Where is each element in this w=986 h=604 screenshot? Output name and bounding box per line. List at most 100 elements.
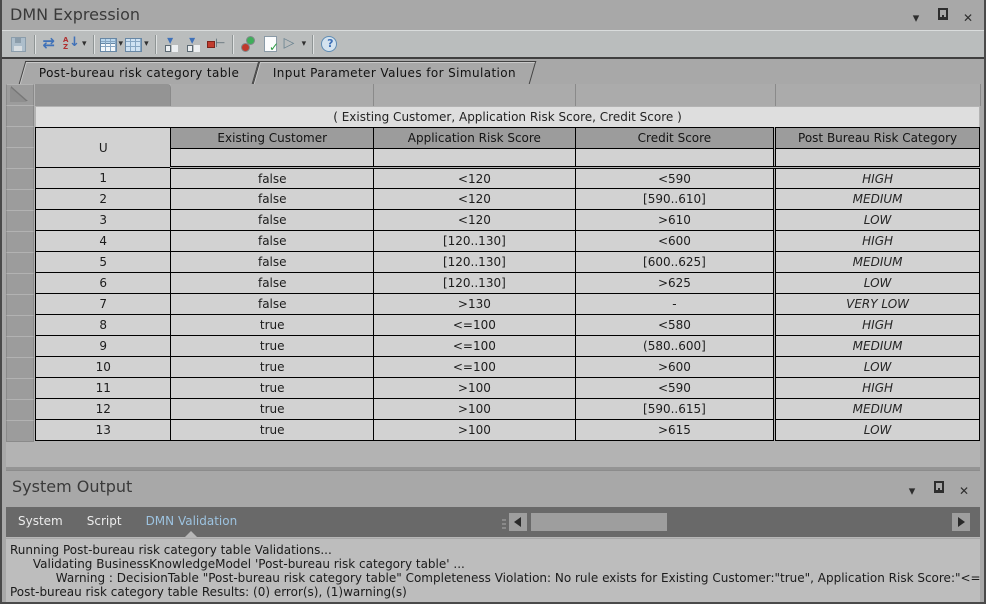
credit-score-cell[interactable]: >600 bbox=[575, 357, 774, 378]
output-tab-script[interactable]: Script bbox=[75, 507, 134, 537]
credit-score-cell[interactable]: - bbox=[575, 294, 774, 315]
rule-number[interactable]: 12 bbox=[36, 399, 171, 420]
output-tab-dmn-validation[interactable]: DMN Validation bbox=[134, 507, 250, 537]
credit-score-cell[interactable]: >625 bbox=[575, 273, 774, 294]
close-icon[interactable] bbox=[960, 7, 976, 21]
select-all-corner[interactable] bbox=[6, 84, 34, 106]
column-header[interactable]: Credit Score bbox=[575, 128, 774, 149]
credit-score-cell[interactable]: >610 bbox=[575, 210, 774, 231]
existing-customer-cell[interactable]: false bbox=[171, 231, 374, 252]
rule-number[interactable]: 11 bbox=[36, 378, 171, 399]
credit-score-cell[interactable]: <580 bbox=[575, 315, 774, 336]
credit-score-cell[interactable]: [590..610] bbox=[575, 189, 774, 210]
parameters-cell[interactable]: ( Existing Customer, Application Risk Sc… bbox=[36, 107, 980, 128]
row-header[interactable] bbox=[6, 399, 34, 421]
row-header[interactable] bbox=[6, 231, 34, 253]
caret-down-icon[interactable]: ▾ bbox=[82, 39, 87, 49]
decompose-up-button[interactable] bbox=[183, 33, 205, 55]
column-strip-segment[interactable] bbox=[171, 84, 374, 106]
risk-category-cell[interactable]: LOW bbox=[775, 357, 980, 378]
rule-number[interactable]: 2 bbox=[36, 189, 171, 210]
caret-down-icon[interactable]: ▾ bbox=[144, 39, 149, 49]
existing-customer-cell[interactable]: false bbox=[171, 252, 374, 273]
rule-number[interactable]: 8 bbox=[36, 315, 171, 336]
rule-number[interactable]: 10 bbox=[36, 357, 171, 378]
application-risk-score-cell[interactable]: >100 bbox=[374, 378, 576, 399]
existing-customer-cell[interactable]: true bbox=[171, 420, 374, 441]
caret-down-icon[interactable]: ▾ bbox=[119, 39, 124, 49]
play-button[interactable]: ▾ bbox=[282, 33, 308, 55]
row-header[interactable] bbox=[6, 105, 34, 127]
application-risk-score-cell[interactable]: [120..130] bbox=[374, 273, 576, 294]
risk-category-cell[interactable]: LOW bbox=[775, 210, 980, 231]
column-header[interactable]: Post Bureau Risk Category bbox=[775, 128, 980, 149]
credit-score-cell[interactable]: <600 bbox=[575, 231, 774, 252]
close-icon[interactable] bbox=[956, 480, 972, 494]
application-risk-score-cell[interactable]: >130 bbox=[374, 294, 576, 315]
row-header[interactable] bbox=[6, 126, 34, 148]
column-strip-segment[interactable] bbox=[776, 84, 981, 106]
risk-category-cell[interactable]: HIGH bbox=[775, 378, 980, 399]
column-strip-segment[interactable] bbox=[35, 84, 171, 106]
sort-button[interactable]: ▾ bbox=[62, 33, 88, 55]
scroll-left-icon[interactable] bbox=[509, 513, 527, 531]
application-risk-score-cell[interactable]: <120 bbox=[374, 210, 576, 231]
scrollbar-thumb[interactable] bbox=[531, 513, 667, 531]
existing-customer-cell[interactable]: true bbox=[171, 357, 374, 378]
validate-button[interactable] bbox=[260, 33, 282, 55]
risk-category-cell[interactable]: LOW bbox=[775, 420, 980, 441]
risk-category-cell[interactable]: MEDIUM bbox=[775, 336, 980, 357]
application-risk-score-cell[interactable]: <120 bbox=[374, 168, 576, 189]
risk-category-cell[interactable]: HIGH bbox=[775, 315, 980, 336]
allowed-values-cell[interactable] bbox=[575, 149, 774, 168]
pin-icon[interactable] bbox=[934, 7, 950, 21]
row-header[interactable] bbox=[6, 273, 34, 295]
rule-number[interactable]: 13 bbox=[36, 420, 171, 441]
column-strip-segment[interactable] bbox=[576, 84, 776, 106]
elem-button[interactable] bbox=[205, 33, 227, 55]
application-risk-score-cell[interactable]: <=100 bbox=[374, 357, 576, 378]
existing-customer-cell[interactable]: false bbox=[171, 273, 374, 294]
dropdown-menu-icon[interactable] bbox=[908, 7, 924, 21]
existing-customer-cell[interactable]: true bbox=[171, 399, 374, 420]
row-header[interactable] bbox=[6, 252, 34, 274]
existing-customer-cell[interactable]: false bbox=[171, 294, 374, 315]
tab-post-bureau-risk-category-table[interactable]: Post-bureau risk category table bbox=[19, 61, 260, 84]
risk-category-cell[interactable]: MEDIUM bbox=[775, 189, 980, 210]
application-risk-score-cell[interactable]: >100 bbox=[374, 399, 576, 420]
existing-customer-cell[interactable]: true bbox=[171, 378, 374, 399]
scroll-right-icon[interactable] bbox=[952, 513, 970, 531]
column-header[interactable]: Application Risk Score bbox=[374, 128, 576, 149]
rule-number[interactable]: 3 bbox=[36, 210, 171, 231]
risk-category-cell[interactable]: MEDIUM bbox=[775, 399, 980, 420]
existing-customer-cell[interactable]: false bbox=[171, 189, 374, 210]
row-header[interactable] bbox=[6, 147, 34, 169]
credit-score-cell[interactable]: [590..615] bbox=[575, 399, 774, 420]
credit-score-cell[interactable]: >615 bbox=[575, 420, 774, 441]
scrollbar-grip[interactable] bbox=[502, 517, 506, 529]
row-header[interactable] bbox=[6, 315, 34, 337]
credit-score-cell[interactable]: <590 bbox=[575, 168, 774, 189]
existing-customer-cell[interactable]: false bbox=[171, 168, 374, 189]
row-header[interactable] bbox=[6, 210, 34, 232]
credit-score-cell[interactable]: (580..600] bbox=[575, 336, 774, 357]
output-tab-system[interactable]: System bbox=[6, 507, 75, 537]
caret-down-icon[interactable]: ▾ bbox=[302, 39, 307, 49]
application-risk-score-cell[interactable]: <=100 bbox=[374, 336, 576, 357]
application-risk-score-cell[interactable]: <=100 bbox=[374, 315, 576, 336]
save-button[interactable] bbox=[7, 33, 29, 55]
system-output-log[interactable]: Running Post-bureau risk category table … bbox=[6, 539, 980, 602]
rule-number[interactable]: 9 bbox=[36, 336, 171, 357]
gridstyle-button[interactable]: ▾ bbox=[124, 33, 150, 55]
help-button[interactable] bbox=[318, 33, 340, 55]
shuffle-button[interactable] bbox=[40, 33, 62, 55]
risk-category-cell[interactable]: LOW bbox=[775, 273, 980, 294]
existing-customer-cell[interactable]: true bbox=[171, 336, 374, 357]
row-header[interactable] bbox=[6, 378, 34, 400]
row-header[interactable] bbox=[6, 420, 34, 442]
existing-customer-cell[interactable]: false bbox=[171, 210, 374, 231]
application-risk-score-cell[interactable]: >100 bbox=[374, 420, 576, 441]
application-risk-score-cell[interactable]: [120..130] bbox=[374, 231, 576, 252]
application-risk-score-cell[interactable]: <120 bbox=[374, 189, 576, 210]
tablestyle-button[interactable]: ▾ bbox=[99, 33, 125, 55]
